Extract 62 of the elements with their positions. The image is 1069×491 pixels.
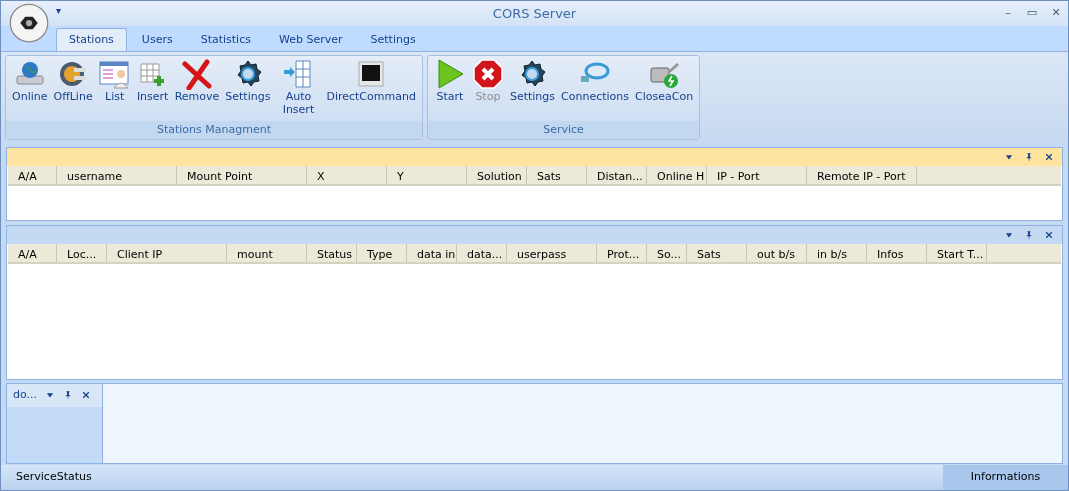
- dock-title: do...: [13, 387, 37, 403]
- ribbon-button[interactable]: Connections: [559, 58, 631, 119]
- column-header[interactable]: Loc...: [57, 244, 107, 262]
- status-text: ServiceStatus: [15, 469, 93, 486]
- group-title: Stations Managment: [6, 120, 422, 139]
- ribbon-button[interactable]: Settings: [507, 58, 558, 119]
- column-header[interactable]: out b/s: [747, 244, 807, 262]
- quick-access-menu[interactable]: ▾: [56, 3, 62, 18]
- ribbon-tab[interactable]: Statistics: [187, 27, 264, 51]
- ribbon-button[interactable]: CloseaCon: [633, 58, 696, 119]
- group-title: Service: [427, 120, 700, 139]
- column-header[interactable]: Status: [307, 244, 357, 262]
- ribbon-button[interactable]: List: [96, 58, 133, 119]
- ribbon-button[interactable]: Settings: [223, 58, 273, 119]
- ribbon-button[interactable]: DirectCommand: [324, 58, 418, 119]
- ribbon-button[interactable]: Remove: [172, 58, 222, 119]
- cross-icon: [180, 58, 213, 90]
- column-header[interactable]: Infos: [867, 244, 927, 262]
- close-icon[interactable]: [1044, 230, 1054, 240]
- column-header[interactable]: Client IP: [107, 244, 227, 262]
- column-header[interactable]: in b/s: [807, 244, 867, 262]
- maximize-button[interactable]: ▭: [1020, 5, 1044, 22]
- column-header[interactable]: data in: [407, 244, 457, 262]
- column-header[interactable]: Remote IP - Port: [807, 166, 917, 184]
- ribbon-button[interactable]: Insert: [134, 58, 171, 119]
- column-header[interactable]: IP - Port: [707, 166, 807, 184]
- ribbon-button[interactable]: Auto Insert: [274, 58, 323, 119]
- column-header[interactable]: X: [307, 166, 387, 184]
- ribbon-tab[interactable]: Web Server: [265, 27, 356, 51]
- person-list-icon: [98, 58, 131, 90]
- column-header[interactable]: Mount Point: [177, 166, 307, 184]
- column-header[interactable]: Y: [387, 166, 467, 184]
- column-header[interactable]: So...: [647, 244, 687, 262]
- window-title: CORS Server: [492, 4, 577, 23]
- stop-icon: [471, 58, 504, 90]
- dropdown-icon[interactable]: [1004, 230, 1014, 240]
- ribbon-tab[interactable]: Stations: [56, 27, 127, 51]
- column-header[interactable]: A/A: [8, 244, 57, 262]
- column-header[interactable]: username: [57, 166, 177, 184]
- column-header[interactable]: Prot...: [597, 244, 647, 262]
- column-header[interactable]: Solution: [467, 166, 527, 184]
- close-button[interactable]: ✕: [1044, 5, 1068, 22]
- column-header[interactable]: Sats: [687, 244, 747, 262]
- column-header[interactable]: Type: [357, 244, 407, 262]
- ribbon-button[interactable]: Online: [10, 58, 50, 119]
- ribbon-button[interactable]: OffLine: [51, 58, 95, 119]
- column-header[interactable]: Start T...: [927, 244, 987, 262]
- column-header[interactable]: A/A: [8, 166, 57, 184]
- column-header[interactable]: userpass: [507, 244, 597, 262]
- column-header[interactable]: Online H: [647, 166, 707, 184]
- column-header[interactable]: Distan...: [587, 166, 647, 184]
- status-panel: Informations: [943, 465, 1068, 490]
- column-header[interactable]: Sats: [527, 166, 587, 184]
- close-icon[interactable]: [1044, 152, 1054, 162]
- ribbon-button[interactable]: Start: [431, 58, 468, 119]
- column-header[interactable]: mount: [227, 244, 307, 262]
- dropdown-icon[interactable]: [1004, 152, 1014, 162]
- ribbon-tab[interactable]: Settings: [357, 27, 429, 51]
- ribbon-tab[interactable]: Users: [128, 27, 186, 51]
- minimize-button[interactable]: –: [996, 5, 1020, 22]
- close-icon[interactable]: [81, 390, 91, 401]
- column-header[interactable]: data...: [457, 244, 507, 262]
